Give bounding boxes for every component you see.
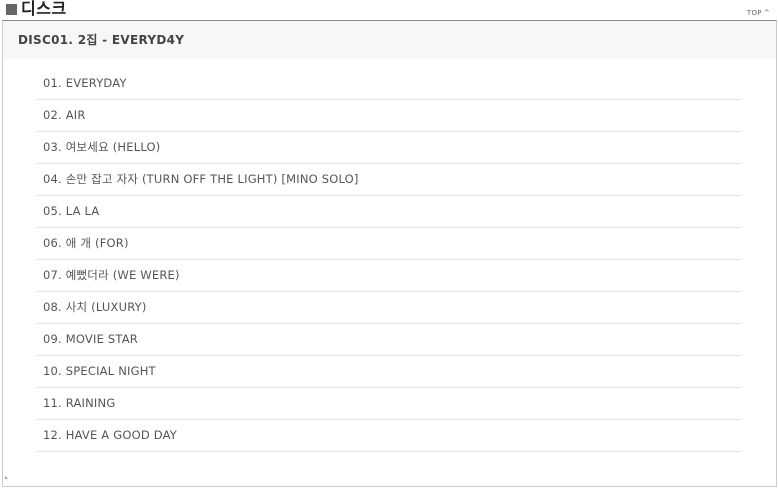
- disc-header: DISC01. 2집 - EVERYD4Y: [3, 21, 776, 59]
- track-item[interactable]: 08. 사치 (LUXURY): [37, 292, 741, 324]
- track-item[interactable]: 01. EVERYDAY: [37, 68, 741, 100]
- disc-title: DISC01. 2집 - EVERYD4Y: [18, 33, 185, 47]
- track-title[interactable]: 12. HAVE A GOOD DAY: [43, 428, 177, 443]
- top-link[interactable]: TOP ^: [747, 8, 770, 18]
- track-item[interactable]: 04. 손만 잡고 자자 (TURN OFF THE LIGHT) [MINO …: [37, 164, 741, 196]
- track-title[interactable]: 05. LA LA: [43, 204, 99, 219]
- track-title[interactable]: 10. SPECIAL NIGHT: [43, 364, 156, 379]
- section-header: 디스크 TOP ^: [0, 0, 778, 21]
- track-item[interactable]: 02. AIR: [37, 100, 741, 132]
- track-title[interactable]: 09. MOVIE STAR: [43, 332, 138, 347]
- track-title[interactable]: 02. AIR: [43, 108, 86, 123]
- track-title[interactable]: 03. 여보세요 (HELLO): [43, 140, 160, 155]
- chevron-up-icon: ^: [763, 9, 770, 17]
- track-item[interactable]: 07. 예뻤더라 (WE WERE): [37, 260, 741, 292]
- track-title[interactable]: 07. 예뻤더라 (WE WERE): [43, 268, 180, 283]
- track-item[interactable]: 06. 애 개 (FOR): [37, 228, 741, 260]
- track-title[interactable]: 06. 애 개 (FOR): [43, 236, 129, 251]
- square-bullet-icon: [6, 4, 17, 15]
- track-item[interactable]: 03. 여보세요 (HELLO): [37, 132, 741, 164]
- track-title[interactable]: 04. 손만 잡고 자자 (TURN OFF THE LIGHT) [MINO …: [43, 172, 359, 187]
- resize-corner-icon: [5, 476, 8, 479]
- track-item[interactable]: 10. SPECIAL NIGHT: [37, 356, 741, 388]
- track-item[interactable]: 12. HAVE A GOOD DAY: [37, 420, 741, 452]
- track-item[interactable]: 05. LA LA: [37, 196, 741, 228]
- track-list: 01. EVERYDAY 02. AIR 03. 여보세요 (HELLO) 04…: [37, 68, 741, 452]
- top-link-label[interactable]: TOP: [747, 9, 762, 17]
- track-title[interactable]: 01. EVERYDAY: [43, 76, 127, 91]
- section-title: 디스크: [21, 0, 67, 18]
- track-item[interactable]: 11. RAINING: [37, 388, 741, 420]
- disc-panel: DISC01. 2집 - EVERYD4Y 01. EVERYDAY 02. A…: [2, 20, 777, 487]
- track-title[interactable]: 08. 사치 (LUXURY): [43, 300, 147, 315]
- track-item[interactable]: 09. MOVIE STAR: [37, 324, 741, 356]
- track-title[interactable]: 11. RAINING: [43, 396, 115, 411]
